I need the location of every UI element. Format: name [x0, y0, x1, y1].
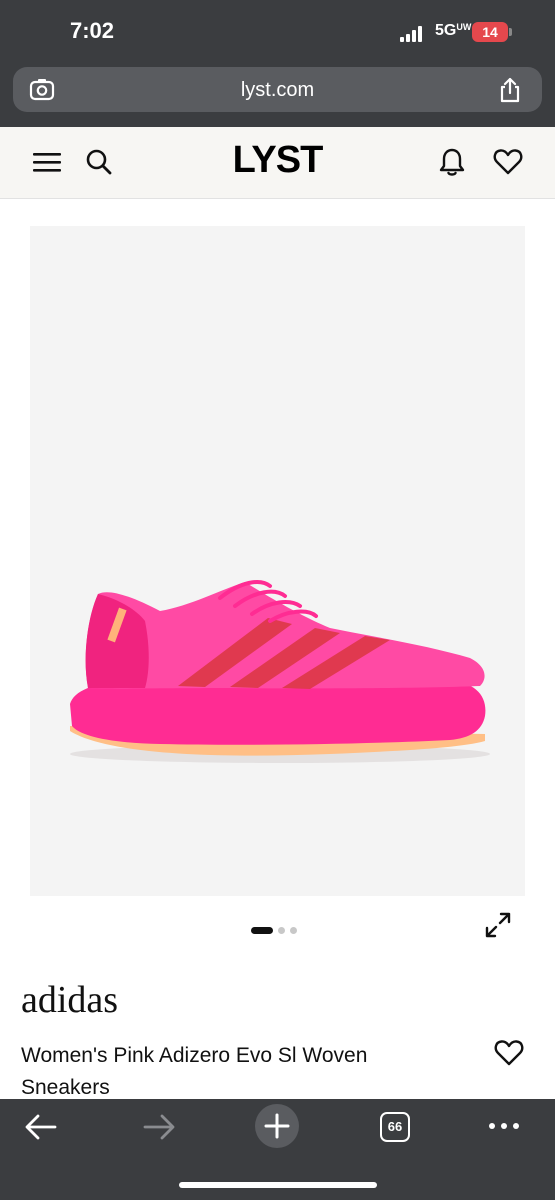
bell-icon[interactable] [438, 147, 466, 177]
plus-icon [264, 1113, 290, 1139]
wishlist-heart-icon[interactable] [494, 1038, 524, 1066]
network-type: 5G [435, 22, 457, 39]
signal-icon [400, 26, 426, 42]
home-indicator[interactable] [179, 1182, 377, 1188]
site-header: LYST [0, 127, 555, 199]
battery-tip [509, 28, 512, 36]
carousel-dot-active[interactable] [251, 927, 273, 934]
sneaker-illustration [70, 580, 490, 763]
expand-icon[interactable] [483, 910, 513, 940]
network-indicator: 5GUW [435, 22, 471, 40]
more-icon[interactable] [487, 1121, 521, 1131]
new-tab-button[interactable] [255, 1104, 299, 1148]
site-logo[interactable]: LYST [0, 139, 555, 182]
url-text[interactable]: lyst.com [13, 79, 542, 102]
carousel-dot[interactable] [278, 927, 285, 934]
product-name: Women's Pink Adizero Evo Sl Woven Sneake… [21, 1044, 368, 1099]
forward-arrow-icon[interactable] [142, 1113, 176, 1141]
tabs-button[interactable]: 66 [380, 1112, 410, 1142]
browser-top-chrome: 7:02 5GUW 14 lyst.com [0, 0, 555, 127]
status-time: 7:02 [70, 18, 115, 43]
share-icon[interactable] [497, 76, 523, 104]
battery-indicator: 14 [472, 22, 508, 42]
carousel-indicator[interactable] [251, 927, 301, 935]
carousel-dot[interactable] [290, 927, 297, 934]
url-bar[interactable]: lyst.com [13, 67, 542, 112]
product-brand[interactable]: adidas [21, 978, 118, 1022]
heart-icon[interactable] [493, 147, 523, 175]
browser-bottom-toolbar: 66 [0, 1099, 555, 1200]
network-subtype: UW [456, 22, 472, 32]
product-image[interactable] [30, 226, 525, 896]
back-arrow-icon[interactable] [24, 1113, 58, 1141]
